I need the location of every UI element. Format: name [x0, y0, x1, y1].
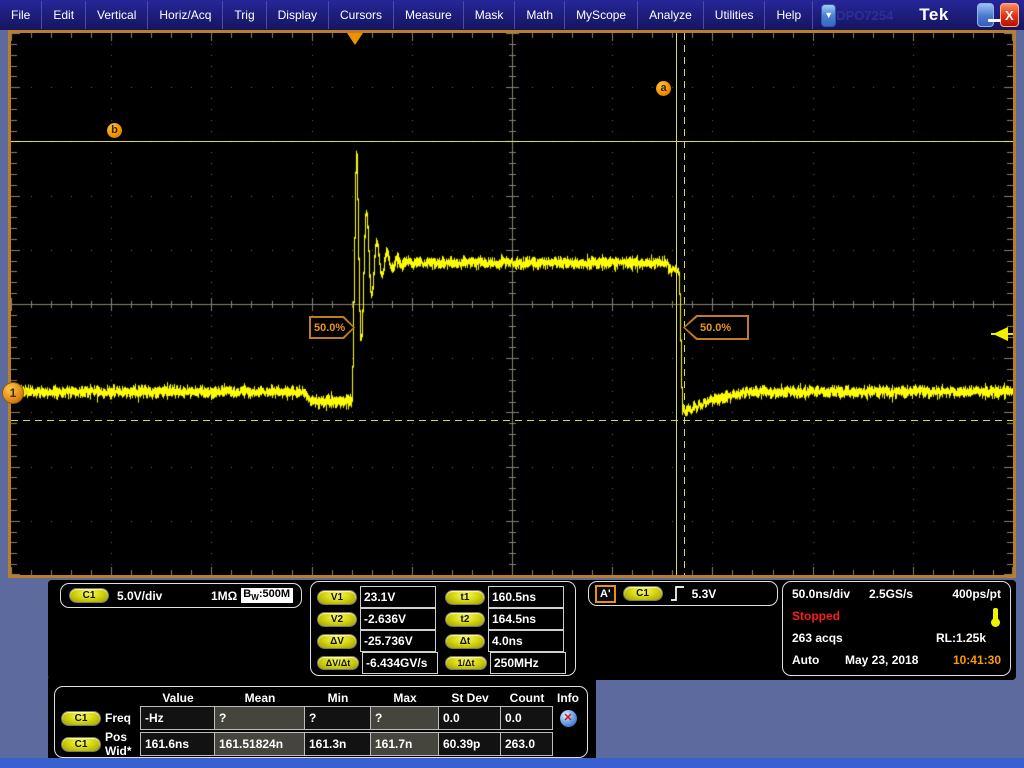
- poswid-value: 161.6ns: [140, 732, 215, 756]
- menu-analyze[interactable]: Analyze: [638, 1, 704, 29]
- channel-1-reference-marker[interactable]: 1: [2, 382, 24, 404]
- minimize-button[interactable]: [977, 3, 994, 27]
- menu-file[interactable]: File: [0, 1, 42, 29]
- oscilloscope-app: File Edit Vertical Horiz/Acq Trig Displa…: [0, 0, 1024, 768]
- acquisition-panel: 50.0ns/div 2.5GS/s 400ps/pt Stopped 263 …: [782, 581, 1011, 676]
- cursor-readout-panel: V123.1V V2-2.636V ΔV-25.736V ΔV/Δt-6.434…: [310, 581, 576, 676]
- cursor-vertical-2[interactable]: [684, 33, 685, 575]
- cursor-dvdt-value: -6.434GV/s: [362, 652, 438, 674]
- taskbar-strip: [0, 758, 1024, 768]
- tek-logo: Tek: [919, 5, 949, 25]
- menu-overflow-button[interactable]: ▼: [821, 4, 836, 27]
- measurement-table: Value Mean Min Max St Dev Count Info C1 …: [54, 686, 588, 758]
- close-button[interactable]: X: [1000, 3, 1019, 27]
- timebase-readout: 50.0ns/div: [792, 587, 850, 601]
- info-error-icon[interactable]: [560, 710, 577, 727]
- channel-1-button[interactable]: C1: [69, 588, 109, 603]
- rising-edge-icon: [670, 585, 685, 602]
- resolution-readout: 400ps/pt: [952, 587, 1001, 601]
- trigger-panel: A' C1 5.3V: [588, 581, 778, 606]
- cursor-1dt-value: 250MHz: [490, 652, 566, 674]
- cursor-dt-value: 4.0ns: [488, 630, 564, 652]
- termination-readout: 1MΩ: [211, 589, 237, 603]
- record-length-readout: RL:1.25k: [936, 631, 986, 645]
- freq-max: ?: [370, 706, 439, 730]
- menu-horiz-acq[interactable]: Horiz/Acq: [148, 1, 223, 29]
- menu-measure[interactable]: Measure: [394, 1, 464, 29]
- trigger-mode-readout: Auto: [792, 653, 819, 667]
- freq-mean: ?: [214, 706, 305, 730]
- readout-area: C1 5.0V/div 1MΩ BW:500M V123.1V V2-2.636…: [0, 578, 1024, 768]
- cursor-t2-button[interactable]: t2: [445, 612, 485, 627]
- cursor-t1-button[interactable]: t1: [445, 590, 485, 605]
- cursor-v1-value: 23.1V: [360, 586, 436, 608]
- cursor-horizontal-2[interactable]: [11, 420, 1013, 421]
- poswid-stdev: 60.39p: [438, 732, 501, 756]
- cursor-a-handle[interactable]: a: [656, 81, 671, 96]
- poswid-count: 263.0: [500, 732, 553, 756]
- channel-1-arrow-icon: [23, 387, 30, 397]
- trigger-level-arrow[interactable]: [993, 327, 1008, 341]
- waveform-canvas: [11, 33, 1013, 575]
- freq-stdev: 0.0: [438, 706, 501, 730]
- menu-display[interactable]: Display: [267, 1, 329, 29]
- vertical-scale-readout: 5.0V/div: [117, 589, 162, 603]
- cursor-dv-button[interactable]: ΔV: [317, 634, 357, 649]
- sample-rate-readout: 2.5GS/s: [869, 587, 913, 601]
- thermometer-icon: [993, 608, 998, 621]
- freq-value: -Hz: [140, 706, 215, 730]
- bandwidth-limit-button[interactable]: BW:500M: [241, 588, 293, 603]
- cursor-v2-value: -2.636V: [360, 608, 436, 630]
- menu-math[interactable]: Math: [515, 1, 565, 29]
- measurement-poswid-button[interactable]: C1 Pos Wid*: [57, 730, 141, 758]
- cursor-dv-value: -25.736V: [360, 630, 436, 652]
- menu-edit[interactable]: Edit: [42, 1, 86, 29]
- menu-myscope[interactable]: MyScope: [565, 1, 638, 29]
- poswid-max: 161.7n: [370, 732, 439, 756]
- menu-trig[interactable]: Trig: [223, 1, 266, 29]
- table-row-pos-width: C1 Pos Wid* 161.6ns 161.51824n 161.3n 16…: [57, 730, 585, 754]
- menu-utilities[interactable]: Utilities: [704, 1, 766, 29]
- poswid-mean: 161.51824n: [214, 732, 305, 756]
- cursor-t2-value: 164.5ns: [488, 608, 564, 630]
- cursor-1dt-button[interactable]: 1/Δt: [445, 656, 487, 670]
- trigger-a-badge[interactable]: A': [595, 585, 616, 603]
- cursor-v1-button[interactable]: V1: [317, 590, 357, 605]
- measurement-freq-button[interactable]: C1 Freq: [57, 711, 141, 726]
- menu-help[interactable]: Help: [765, 1, 813, 29]
- freq-min: ?: [304, 706, 371, 730]
- cursor-dt-button[interactable]: Δt: [445, 634, 485, 649]
- trigger-source-button[interactable]: C1: [623, 586, 663, 601]
- acquisition-count: 263 acqs: [792, 631, 843, 645]
- acquisition-status: Stopped: [792, 609, 840, 623]
- freq-count: 0.0: [500, 706, 553, 730]
- menu-cursors[interactable]: Cursors: [329, 1, 394, 29]
- cursor-horizontal-1[interactable]: [11, 141, 1013, 142]
- cursor-b-handle[interactable]: b: [107, 123, 122, 138]
- menu-bar: File Edit Vertical Horiz/Acq Trig Displa…: [0, 0, 1024, 30]
- trigger-position-marker[interactable]: [347, 33, 363, 45]
- cursor-t1-value: 160.5ns: [488, 586, 564, 608]
- trigger-level-readout: 5.3V: [692, 587, 717, 601]
- cursor-dvdt-button[interactable]: ΔV/Δt: [317, 656, 359, 670]
- close-icon: X: [1005, 8, 1014, 23]
- menu-mask[interactable]: Mask: [464, 1, 516, 29]
- menu-vertical[interactable]: Vertical: [86, 1, 148, 29]
- chevron-down-icon: ▼: [824, 10, 833, 20]
- time-readout: 10:41:30: [953, 653, 1001, 667]
- ref-level-tag-falling: 50.0%: [683, 315, 749, 340]
- display-graticule: b a 50.0% 50.0% 1: [8, 30, 1016, 578]
- cursor-v2-button[interactable]: V2: [317, 612, 357, 627]
- table-row-freq: C1 Freq -Hz ? ? ? 0.0 0.0: [57, 706, 585, 730]
- channel-settings-panel: C1 5.0V/div 1MΩ BW:500M: [60, 583, 302, 608]
- cursor-vertical-1[interactable]: [676, 33, 677, 575]
- model-label: DPO7254: [836, 8, 893, 23]
- poswid-min: 161.3n: [304, 732, 371, 756]
- measurement-header-row: Value Mean Min Max St Dev Count Info: [57, 689, 585, 706]
- date-readout: May 23, 2018: [845, 653, 918, 667]
